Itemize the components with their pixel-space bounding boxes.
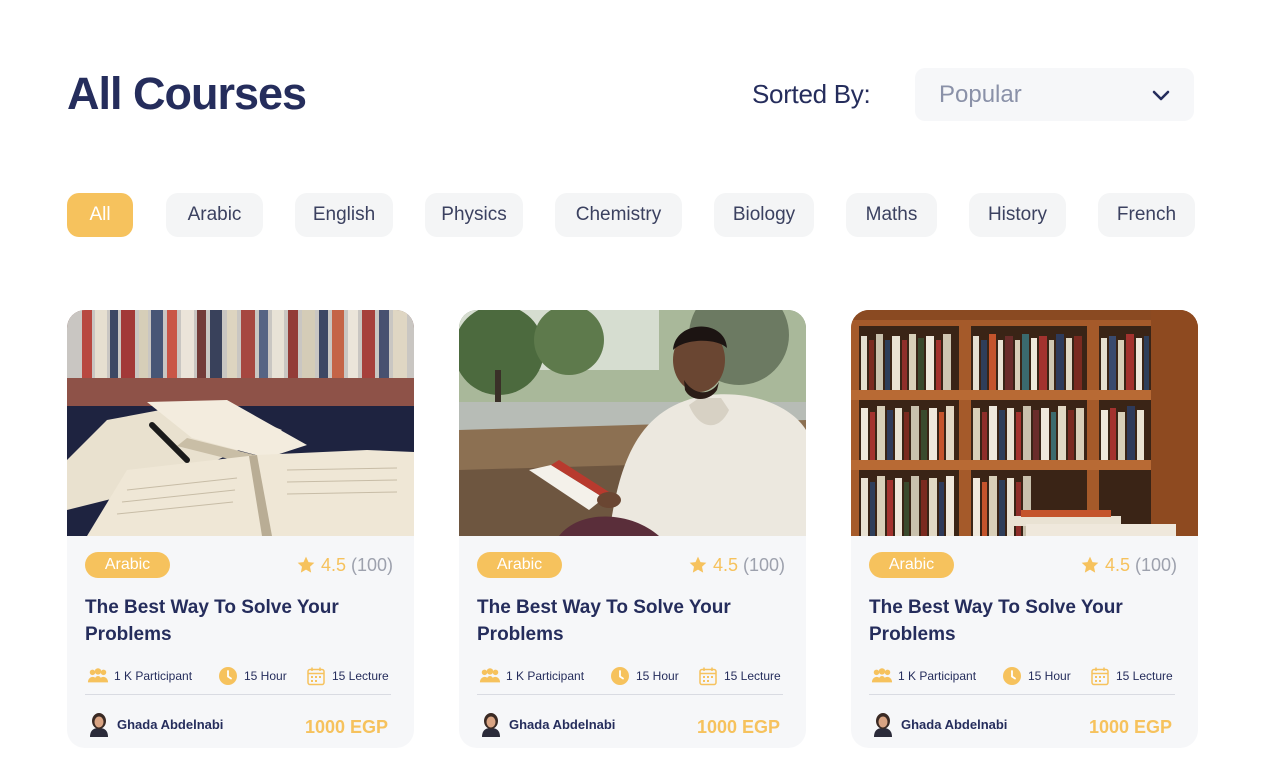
hours-meta: 15 Hour bbox=[609, 665, 679, 687]
filter-chip-arabic[interactable]: Arabic bbox=[166, 193, 263, 237]
avatar bbox=[871, 711, 895, 737]
page-title: All Courses bbox=[67, 68, 307, 119]
course-author[interactable]: Ghada Abdelnabi bbox=[87, 710, 223, 738]
participants-icon bbox=[87, 668, 109, 683]
course-image-books[interactable] bbox=[67, 310, 414, 536]
filter-chip-physics[interactable]: Physics bbox=[425, 193, 523, 237]
hours-text: 15 Hour bbox=[636, 669, 679, 683]
sort-label: Sorted By: bbox=[752, 79, 871, 109]
rating-value: 4.5 bbox=[1104, 554, 1130, 575]
clock-icon bbox=[219, 667, 237, 685]
star-icon bbox=[297, 556, 315, 573]
avatar bbox=[87, 711, 111, 737]
star-icon bbox=[1081, 556, 1099, 573]
course-meta: 1 K Participant 15 Hour 15 Lecture bbox=[871, 665, 1177, 687]
course-title[interactable]: The Best Way To Solve Your Problems bbox=[477, 594, 777, 648]
course-image-man-reading[interactable] bbox=[459, 310, 806, 536]
hours-text: 15 Hour bbox=[1028, 669, 1071, 683]
author-name: Ghada Abdelnabi bbox=[117, 716, 224, 732]
rating-value: 4.5 bbox=[712, 554, 738, 575]
course-image-bookshelf[interactable] bbox=[851, 310, 1198, 536]
course-meta: 1 K Participant 15 Hour 15 Lecture bbox=[87, 665, 393, 687]
lectures-text: 15 Lecture bbox=[332, 669, 389, 683]
filter-chip-chemistry[interactable]: Chemistry bbox=[555, 193, 682, 237]
course-author[interactable]: Ghada Abdelnabi bbox=[871, 710, 1007, 738]
filter-chip-english[interactable]: English bbox=[295, 193, 393, 237]
calendar-icon bbox=[307, 667, 325, 686]
lectures-meta: 15 Lecture bbox=[1089, 665, 1173, 687]
course-card[interactable]: Arabic 4.5 (100) The Best Way To Solve Y… bbox=[851, 310, 1198, 748]
course-price: 1000 EGP bbox=[696, 717, 780, 737]
category-badge: Arabic bbox=[477, 552, 562, 578]
filter-chip-maths[interactable]: Maths bbox=[846, 193, 937, 237]
lectures-text: 15 Lecture bbox=[1116, 669, 1173, 683]
course-meta: 1 K Participant 15 Hour 15 Lecture bbox=[479, 665, 785, 687]
author-name: Ghada Abdelnabi bbox=[901, 716, 1008, 732]
category-badge: Arabic bbox=[85, 552, 170, 578]
participants-meta: 1 K Participant bbox=[479, 665, 584, 687]
hours-text: 15 Hour bbox=[244, 669, 287, 683]
category-badge: Arabic bbox=[869, 552, 954, 578]
course-rating: 4.5 (100) bbox=[688, 553, 785, 577]
calendar-icon bbox=[1091, 667, 1109, 686]
lectures-meta: 15 Lecture bbox=[305, 665, 389, 687]
participants-icon bbox=[871, 668, 893, 683]
course-price: 1000 EGP bbox=[1088, 717, 1172, 737]
lectures-text: 15 Lecture bbox=[724, 669, 781, 683]
rating-value: 4.5 bbox=[320, 554, 346, 575]
divider bbox=[869, 694, 1175, 695]
course-card[interactable]: Arabic 4.5 (100) The Best Way To Solve Y… bbox=[459, 310, 806, 748]
clock-icon bbox=[611, 667, 629, 685]
divider bbox=[85, 694, 391, 695]
chevron-down-icon bbox=[1152, 90, 1170, 100]
calendar-icon bbox=[699, 667, 717, 686]
course-title[interactable]: The Best Way To Solve Your Problems bbox=[85, 594, 385, 648]
hours-meta: 15 Hour bbox=[1001, 665, 1071, 687]
filter-chip-all[interactable]: All bbox=[67, 193, 133, 237]
sort-selected-value: Popular bbox=[939, 80, 1022, 108]
participants-meta: 1 K Participant bbox=[871, 665, 976, 687]
course-rating: 4.5 (100) bbox=[1080, 553, 1177, 577]
participants-text: 1 K Participant bbox=[898, 669, 977, 683]
participants-meta: 1 K Participant bbox=[87, 665, 192, 687]
course-card[interactable]: Arabic 4.5 (100) The Best Way To Solve Y… bbox=[67, 310, 414, 748]
hours-meta: 15 Hour bbox=[217, 665, 287, 687]
category-filter-bar: All Arabic English Physics Chemistry Bio… bbox=[67, 193, 1195, 237]
course-author[interactable]: Ghada Abdelnabi bbox=[479, 710, 615, 738]
course-title[interactable]: The Best Way To Solve Your Problems bbox=[869, 594, 1169, 648]
participants-icon bbox=[479, 668, 501, 683]
sort-dropdown[interactable]: Popular bbox=[915, 68, 1194, 121]
participants-text: 1 K Participant bbox=[506, 669, 585, 683]
filter-chip-history[interactable]: History bbox=[969, 193, 1066, 237]
avatar bbox=[479, 711, 503, 737]
clock-icon bbox=[1003, 667, 1021, 685]
filter-chip-french[interactable]: French bbox=[1098, 193, 1195, 237]
filter-chip-biology[interactable]: Biology bbox=[714, 193, 814, 237]
lectures-meta: 15 Lecture bbox=[697, 665, 781, 687]
course-price: 1000 EGP bbox=[304, 717, 388, 737]
author-name: Ghada Abdelnabi bbox=[509, 716, 616, 732]
rating-count: (100) bbox=[742, 554, 785, 575]
divider bbox=[477, 694, 783, 695]
course-rating: 4.5 (100) bbox=[296, 553, 393, 577]
rating-count: (100) bbox=[350, 554, 393, 575]
participants-text: 1 K Participant bbox=[114, 669, 193, 683]
rating-count: (100) bbox=[1134, 554, 1177, 575]
star-icon bbox=[689, 556, 707, 573]
